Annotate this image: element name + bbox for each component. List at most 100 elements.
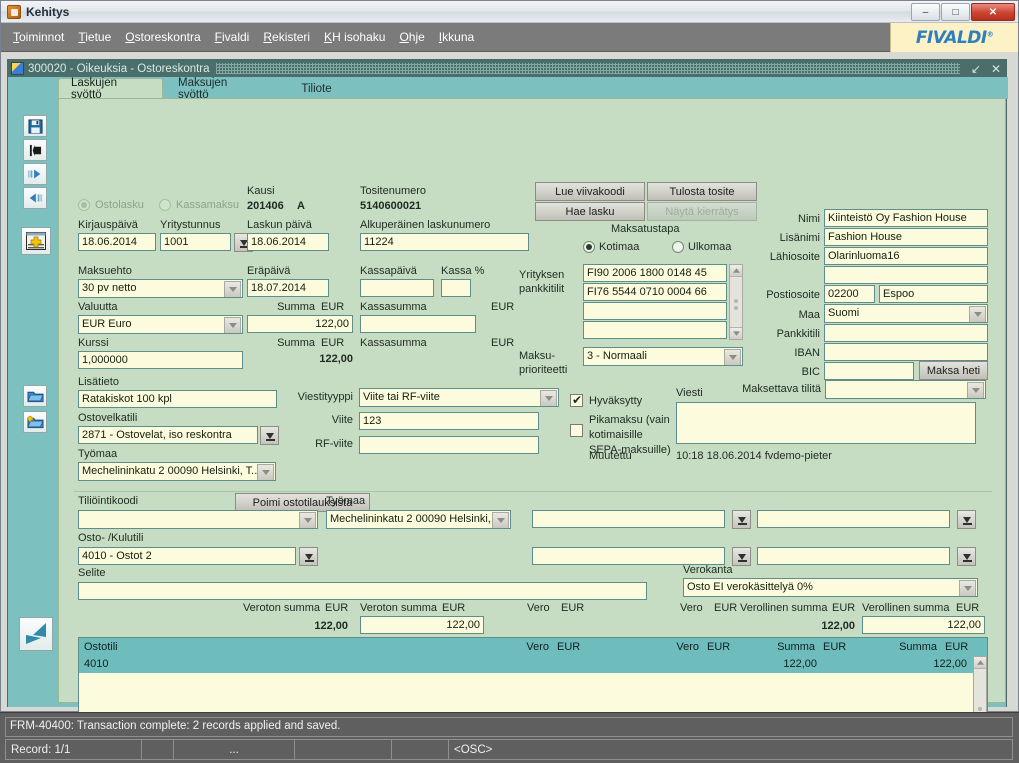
first-record-button[interactable]: [23, 139, 47, 161]
input-osto-kulutili[interactable]: 4010 - Ostot 2: [78, 547, 296, 565]
input-nimi[interactable]: Kiinteistö Oy Fashion House: [824, 209, 988, 227]
close-button[interactable]: ✕: [971, 3, 1015, 21]
input-veroton-summa[interactable]: 122,00: [360, 616, 484, 634]
dimension-3-lov-button[interactable]: [732, 547, 751, 566]
previous-record-button[interactable]: [23, 187, 47, 209]
checkbox-hyvaksytty[interactable]: [570, 393, 583, 407]
input-kassapaiva[interactable]: [360, 279, 434, 297]
input-lahiosoite[interactable]: Olarinluoma16: [824, 247, 988, 265]
menu-item-ohje[interactable]: Ohje: [392, 27, 431, 47]
dimension-2-lov-button[interactable]: [957, 510, 976, 529]
save-button[interactable]: [23, 115, 47, 137]
new-invoice-button[interactable]: [21, 227, 51, 255]
input-bic[interactable]: [824, 362, 914, 380]
tab-laskujen-syotto[interactable]: Laskujen syöttö: [58, 77, 163, 101]
minimize-button[interactable]: –: [911, 3, 940, 21]
input-yrityksen-pankkitili-2[interactable]: FI76 5544 0710 0004 66: [583, 283, 727, 301]
input-erapaiva[interactable]: 18.07.2014: [247, 279, 329, 297]
scroll-down-icon[interactable]: [730, 327, 742, 339]
input-kassa-prosentti[interactable]: [441, 279, 471, 297]
combo-tyomaa-top[interactable]: Mechelininkatu 2 00090 Helsinki, T...: [78, 462, 276, 481]
combo-maksettava-tilita[interactable]: [825, 380, 986, 399]
input-yrityksen-pankkitili-4[interactable]: [583, 321, 727, 339]
input-viite[interactable]: 123: [359, 412, 539, 430]
combo-valuutta[interactable]: EUR Euro: [78, 315, 243, 334]
input-dimension-4[interactable]: [757, 547, 950, 565]
scroll-up-icon[interactable]: [974, 657, 986, 669]
menu-item-ikkuna[interactable]: Ikkuna: [432, 27, 481, 47]
combo-tyomaa-accounting[interactable]: Mechelininkatu 2 00090 Helsinki,...: [326, 510, 511, 529]
input-yritystunnus[interactable]: 1001: [160, 233, 231, 251]
combo-viestityyppi[interactable]: Viite tai RF-viite: [359, 388, 559, 407]
application-window: Kehitys – □ ✕ Toiminnot Tietue Ostoresko…: [0, 0, 1019, 763]
input-yrityksen-pankkitili-1[interactable]: FI90 2006 1800 0148 45: [583, 264, 727, 282]
radio-ulkomaa[interactable]: [672, 241, 684, 253]
input-laskun-paiva[interactable]: 18.06.2014: [247, 233, 329, 251]
input-pankkitili[interactable]: [824, 324, 988, 342]
combo-verokanta[interactable]: Osto EI verokäsittelyä 0%: [683, 578, 978, 597]
menu-item-kh-isohaku[interactable]: KH isohaku: [317, 27, 392, 47]
bar-icon: [738, 560, 747, 562]
button-hae-lasku[interactable]: Hae lasku: [535, 202, 645, 221]
input-postinumero[interactable]: 02200: [824, 285, 875, 303]
input-yrityksen-pankkitili-3[interactable]: [583, 302, 727, 320]
next-record-button[interactable]: [23, 163, 47, 185]
ostovelkatili-lov-button[interactable]: [260, 426, 279, 445]
table-row[interactable]: 4010 122,00 122,00: [79, 656, 987, 673]
combo-tiliointikoodi[interactable]: [78, 510, 318, 529]
input-viesti[interactable]: [676, 402, 976, 444]
input-lisatieto[interactable]: Ratakiskot 100 kpl: [78, 390, 277, 408]
radio-kassamaksu[interactable]: [159, 199, 171, 211]
scroll-up-icon[interactable]: [730, 265, 742, 277]
input-kassasumma-1[interactable]: [360, 315, 476, 333]
grid-header-row: Ostotili Vero EUR Vero EUR Summa EUR Sum…: [79, 638, 987, 656]
caret-down-icon: [732, 331, 740, 336]
input-postitoimipaikka[interactable]: Espoo: [879, 285, 988, 303]
input-dimension-3[interactable]: [532, 547, 725, 565]
label-ostovelkatili: Ostovelkatili: [78, 412, 138, 424]
down-arrow-icon: [962, 553, 971, 560]
menu-item-rekisteri[interactable]: Rekisteri: [256, 27, 317, 47]
button-lue-viivakoodi[interactable]: Lue viivakoodi: [535, 182, 645, 201]
input-summa-1[interactable]: 122,00: [247, 315, 353, 333]
status-cell-4: [295, 740, 392, 759]
input-iban[interactable]: [824, 343, 988, 361]
dimension-4-lov-button[interactable]: [957, 547, 976, 566]
input-lahiosoite-2[interactable]: [824, 266, 988, 284]
maximize-button[interactable]: □: [941, 3, 970, 21]
open-folder-button[interactable]: [23, 385, 47, 407]
pankkitilit-scrollbar[interactable]: [729, 264, 743, 340]
menu-item-fivaldi[interactable]: Fivaldi: [208, 27, 257, 47]
label-verokanta: Verokanta: [683, 564, 733, 576]
input-alkuperainen-laskunumero[interactable]: 11224: [360, 233, 529, 251]
combo-maksuehto[interactable]: 30 pv netto: [78, 279, 243, 298]
dimension-1-lov-button[interactable]: [732, 510, 751, 529]
mdi-restore-button[interactable]: ↙: [966, 62, 986, 76]
input-ostovelkatili[interactable]: 2871 - Ostovelat, iso reskontra: [78, 426, 258, 444]
new-folder-button[interactable]: [23, 411, 47, 433]
combo-maa[interactable]: Suomi: [824, 304, 988, 323]
input-rf-viite[interactable]: [359, 436, 539, 454]
button-maksa-heti[interactable]: Maksa heti: [919, 361, 988, 380]
input-selite[interactable]: [78, 582, 647, 600]
combo-maksuprioriteetti[interactable]: 3 - Normaali: [583, 347, 743, 366]
input-verollinen-summa[interactable]: 122,00: [862, 616, 985, 634]
input-kirjauspaiva[interactable]: 18.06.2014: [78, 233, 156, 251]
mdi-close-button[interactable]: ✕: [986, 62, 1006, 76]
input-kurssi[interactable]: 1,000000: [78, 351, 243, 369]
menu-item-toiminnot[interactable]: Toiminnot: [6, 27, 71, 47]
button-tulosta-tosite[interactable]: Tulosta tosite: [647, 182, 757, 201]
input-dimension-1[interactable]: [532, 510, 725, 528]
radio-kotimaa[interactable]: [583, 241, 595, 253]
fivaldi-mark-button[interactable]: [19, 617, 53, 651]
osto-kulutili-lov-button[interactable]: [299, 547, 318, 566]
first-record-icon: [29, 144, 41, 156]
menu-item-tietue[interactable]: Tietue: [71, 27, 118, 47]
menu-item-ostoreskontra[interactable]: Ostoreskontra: [118, 27, 207, 47]
radio-ostolasku[interactable]: [78, 199, 90, 211]
checkbox-pikamaksu[interactable]: [570, 424, 583, 437]
input-lisanimi[interactable]: Fashion House: [824, 228, 988, 246]
tab-maksujen-syotto[interactable]: Maksujen syöttö: [166, 77, 271, 101]
input-dimension-2[interactable]: [757, 510, 950, 528]
tab-tiliote[interactable]: Tiliote: [279, 78, 354, 99]
